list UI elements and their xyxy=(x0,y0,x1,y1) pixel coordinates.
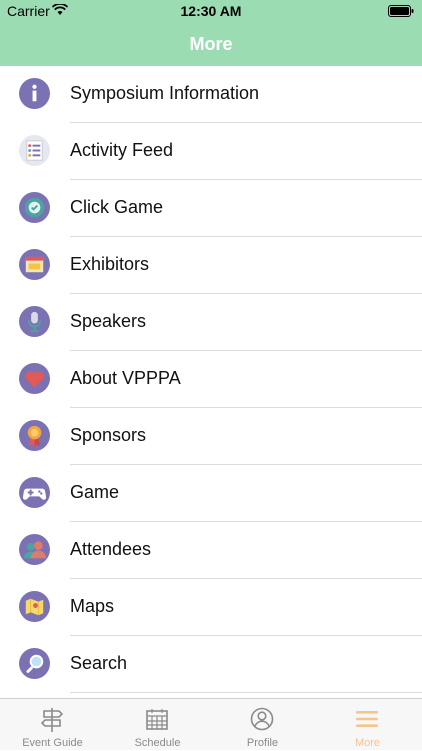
attendees-icon xyxy=(19,534,50,565)
menu-item-label: Maps xyxy=(70,596,115,616)
gamepad-icon xyxy=(19,477,50,508)
exhibitors-icon xyxy=(19,249,50,280)
info-icon xyxy=(19,78,50,109)
microphone-icon xyxy=(19,306,50,337)
clock: 12:30 AM xyxy=(180,3,242,19)
status-bar: Carrier 12:30 AM xyxy=(0,0,422,22)
menu-item-attendees[interactable]: Attendees xyxy=(0,522,422,579)
navigation-bar: More xyxy=(0,22,422,66)
award-ribbon-icon xyxy=(19,420,50,451)
menu-list[interactable]: Symposium Information Activity Feed Clic… xyxy=(0,66,422,698)
tab-more[interactable]: More xyxy=(315,699,420,751)
menu-item-about-vpppa[interactable]: About VPPPA xyxy=(0,351,422,408)
menu-item-exhibitors[interactable]: Exhibitors xyxy=(0,237,422,294)
page-title: More xyxy=(189,34,233,54)
menu-item-activity-feed[interactable]: Activity Feed xyxy=(0,123,422,180)
menu-item-label: Activity Feed xyxy=(70,140,174,160)
activity-feed-icon xyxy=(19,135,50,166)
menu-item-sponsors[interactable]: Sponsors xyxy=(0,408,422,465)
click-game-icon xyxy=(19,192,50,223)
menu-item-maps[interactable]: Maps xyxy=(0,579,422,636)
tab-label: Profile xyxy=(246,737,279,749)
menu-item-label: Exhibitors xyxy=(70,254,150,274)
tab-profile[interactable]: Profile xyxy=(210,699,315,751)
map-icon xyxy=(19,591,50,622)
menu-item-label: Symposium Information xyxy=(70,83,260,103)
tab-label: More xyxy=(354,737,381,749)
tab-event-guide[interactable]: Event Guide xyxy=(0,699,105,751)
tab-label: Schedule xyxy=(134,737,181,749)
menu-item-game[interactable]: Game xyxy=(0,465,422,522)
menu-item-label: About VPPPA xyxy=(70,368,181,388)
calendar-icon xyxy=(146,709,168,730)
menu-item-symposium-information[interactable]: Symposium Information xyxy=(0,66,422,123)
divider xyxy=(70,692,422,693)
battery-icon xyxy=(388,5,414,17)
hamburger-icon xyxy=(356,711,378,727)
menu-item-search[interactable]: Search xyxy=(0,636,422,693)
tab-label: Event Guide xyxy=(22,737,83,749)
menu-item-label: Sponsors xyxy=(70,425,147,445)
menu-item-label: Search xyxy=(70,653,128,673)
menu-item-label: Game xyxy=(70,482,120,502)
signpost-icon xyxy=(40,708,64,732)
menu-item-label: Attendees xyxy=(70,539,152,559)
menu-item-label: Click Game xyxy=(70,197,164,217)
heart-icon xyxy=(19,363,50,394)
menu-item-speakers[interactable]: Speakers xyxy=(0,294,422,351)
tab-schedule[interactable]: Schedule xyxy=(105,699,210,751)
tab-bar: Event Guide Schedule Profile More xyxy=(0,698,422,750)
profile-icon xyxy=(250,707,274,731)
menu-item-click-game[interactable]: Click Game xyxy=(0,180,422,237)
menu-item-label: Speakers xyxy=(70,311,147,331)
search-icon xyxy=(19,648,50,679)
